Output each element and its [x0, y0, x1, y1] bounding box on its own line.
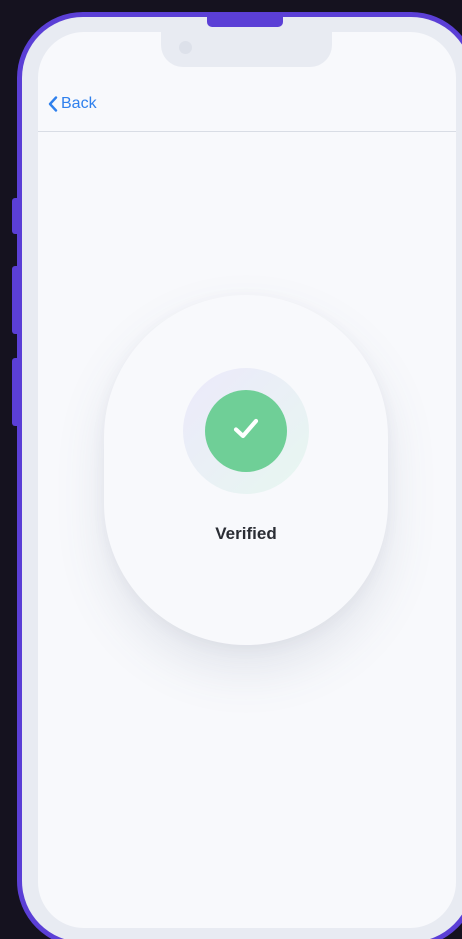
- verification-status: Verified: [215, 524, 277, 543]
- back-label: Back: [61, 95, 97, 112]
- notch: [161, 32, 332, 67]
- success-badge: [205, 390, 287, 472]
- stage: Back Verified: [0, 0, 462, 939]
- navigation-bar: Back: [38, 87, 456, 132]
- success-halo: [183, 368, 309, 494]
- camera-icon: [179, 41, 192, 54]
- chevron-left-icon: [48, 96, 58, 112]
- phone-bezel: Back Verified: [22, 17, 462, 939]
- verification-card: Verified: [104, 295, 388, 645]
- speaker-grille: [207, 14, 283, 27]
- phone-frame: Back Verified: [17, 12, 462, 939]
- checkmark-icon: [231, 416, 261, 447]
- back-button[interactable]: Back: [48, 95, 97, 113]
- phone-screen: Back Verified: [38, 32, 456, 928]
